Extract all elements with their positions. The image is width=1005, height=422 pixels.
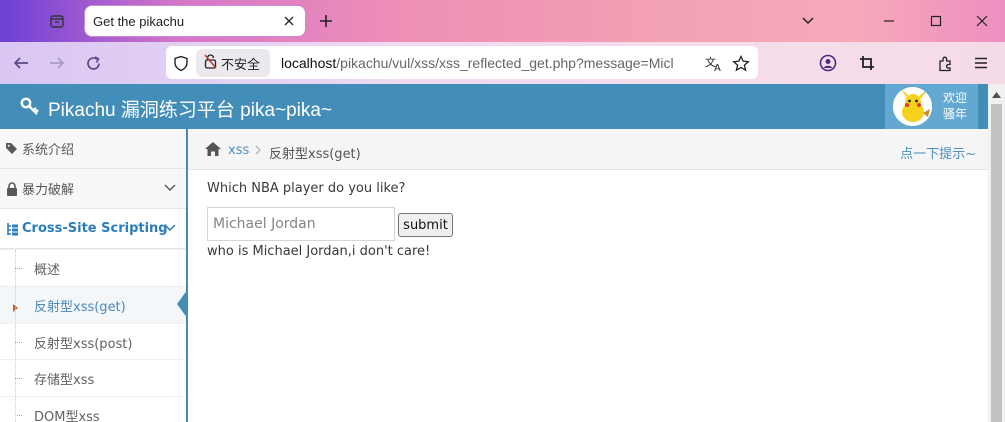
sidebar-item-system-intro[interactable]: 系统介绍 (0, 129, 186, 169)
tab-title: Get the pikachu (93, 14, 185, 29)
reload-icon[interactable] (83, 53, 103, 73)
breadcrumb: xss 反射型xss(get) 点一下提示~ (188, 129, 988, 170)
breadcrumb-link-xss[interactable]: xss (228, 143, 249, 158)
url-text[interactable]: localhost/pikachu/vul/xss/xss_reflected_… (281, 55, 697, 73)
avatar (893, 87, 932, 126)
chevron-down-icon (164, 221, 176, 236)
vertical-scrollbar[interactable] (988, 84, 1005, 422)
sidebar-item-label: 系统介绍 (22, 143, 75, 158)
url-path: /pikachu/vul/xss/xss_reflected_get.php?m… (336, 55, 674, 71)
sidebar-border (186, 129, 188, 422)
url-host: localhost (281, 55, 337, 71)
sidebar-item-label: 暴力破解 (22, 183, 75, 198)
subitem-label: 存储型xss (34, 372, 95, 388)
tab-list-chevron-icon[interactable] (797, 10, 819, 32)
menu-hamburger-icon[interactable] (971, 53, 991, 73)
translate-icon[interactable]: 文A (704, 53, 724, 73)
browser-tab[interactable]: Get the pikachu (84, 5, 306, 37)
hint-link[interactable]: 点一下提示~ (900, 143, 976, 162)
subitem-reflected-get[interactable]: 反射型xss(get) (0, 286, 186, 323)
chevron-down-icon (164, 181, 176, 196)
breadcrumb-separator-icon (255, 144, 261, 159)
svg-text:A: A (714, 63, 721, 72)
tracking-protection-icon[interactable] (171, 53, 191, 73)
breadcrumb-current: 反射型xss(get) (269, 147, 361, 162)
welcome-text: 欢迎 骚年 (943, 90, 967, 122)
insecure-label: 不安全 (221, 57, 261, 73)
sitemap-icon (4, 221, 20, 237)
extensions-icon[interactable] (935, 53, 955, 73)
home-icon[interactable] (204, 141, 222, 161)
scrollbar-thumb[interactable] (991, 104, 1002, 422)
tree-connector (15, 415, 22, 416)
new-tab-icon[interactable] (316, 11, 336, 31)
subitem-stored-xss[interactable]: 存储型xss (0, 359, 186, 396)
account-icon[interactable] (818, 53, 838, 73)
question-text: Which NBA player do you like? (207, 181, 406, 196)
site-header: Pikachu 漏洞练习平台 pika~pika~ 欢迎 骚年 (0, 84, 988, 129)
message-input[interactable]: Michael Jordan (207, 207, 395, 241)
tree-connector (15, 268, 22, 269)
minimize-icon[interactable] (878, 10, 900, 32)
active-indicator-arrow (177, 289, 188, 323)
sidebar-item-xss[interactable]: Cross-Site Scripting (0, 209, 186, 249)
user-menu[interactable]: 欢迎 骚年 (885, 84, 978, 129)
subitem-reflected-post[interactable]: 反射型xss(post) (0, 323, 186, 360)
welcome-line-1: 欢迎 (943, 91, 968, 105)
forward-icon[interactable] (47, 53, 67, 73)
subitem-label: 概述 (34, 262, 61, 278)
tags-icon (4, 141, 20, 157)
bookmark-star-icon[interactable] (731, 53, 751, 73)
window-close-icon[interactable] (971, 10, 993, 32)
subitem-overview[interactable]: 概述 (0, 249, 186, 286)
sidebar-item-brute-force[interactable]: 暴力破解 (0, 169, 186, 209)
sidebar-item-label: Cross-Site Scripting (22, 221, 168, 236)
scroll-up-arrow-icon[interactable] (992, 87, 1001, 102)
tab-close-icon[interactable] (280, 12, 298, 30)
submit-button[interactable]: submit (398, 213, 453, 237)
screenshot-crop-icon[interactable] (857, 53, 877, 73)
result-text: who is Michael Jordan,i don't care! (207, 244, 431, 259)
tree-vertical-line (15, 250, 16, 422)
browser-tab-bar: Get the pikachu (0, 0, 1005, 42)
maximize-icon[interactable] (925, 10, 947, 32)
subitem-label: 反射型xss(get) (34, 299, 126, 315)
subitem-dom-xss[interactable]: DOM型xss (0, 396, 186, 422)
key-icon (20, 97, 40, 121)
tree-connector (15, 342, 22, 343)
insecure-lock-icon (204, 53, 217, 73)
back-icon[interactable] (11, 53, 31, 73)
site-security-button[interactable]: 不安全 (196, 49, 270, 77)
welcome-line-2: 骚年 (943, 107, 968, 121)
tree-connector (15, 378, 22, 379)
subitem-label: 反射型xss(post) (34, 336, 133, 352)
subitem-label: DOM型xss (34, 409, 100, 422)
lock-icon (4, 181, 20, 197)
site-title: Pikachu 漏洞练习平台 pika~pika~ (48, 100, 333, 121)
tab-overview-icon[interactable] (47, 11, 67, 31)
